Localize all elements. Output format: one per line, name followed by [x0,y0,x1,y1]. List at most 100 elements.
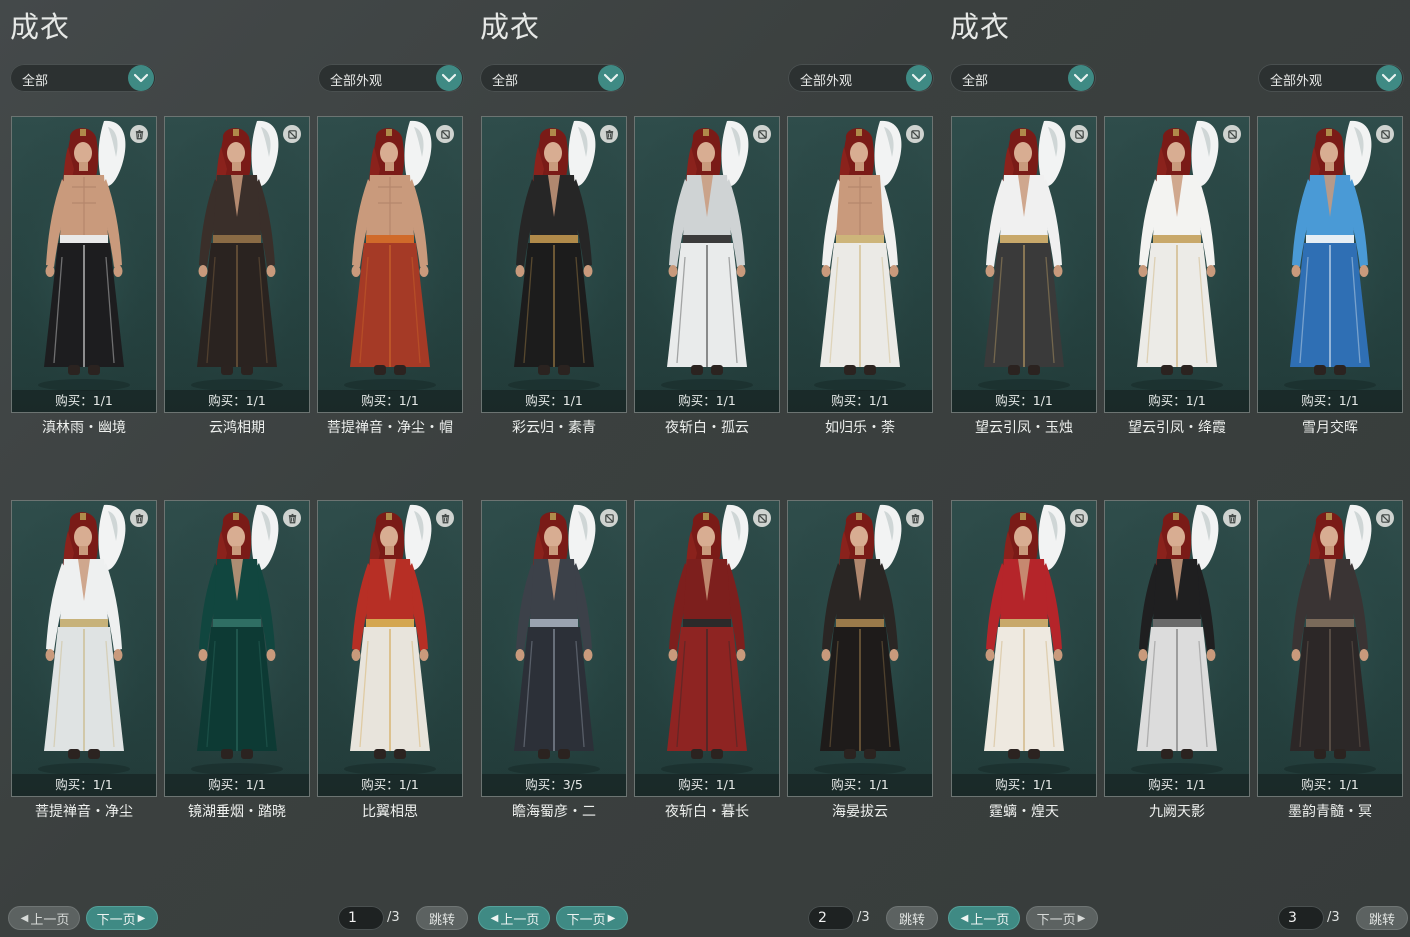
trash-icon[interactable] [130,125,148,143]
category-dropdown[interactable]: 全部 [950,64,1096,92]
next-page-button[interactable]: 下一页 ▶ [86,906,158,930]
next-page-label: 下一页 [96,912,136,928]
chevron-down-icon[interactable] [128,65,154,91]
purchase-count: 购买：1/1 [678,777,736,792]
outfit-card[interactable]: 购买：1/1 [164,116,310,413]
prev-page-button[interactable]: ◀ 上一页 [478,906,550,930]
purchase-count: 购买：1/1 [831,777,889,792]
appearance-dropdown-label: 全部外观 [1270,74,1323,89]
trash-icon[interactable] [600,125,618,143]
outfit-preview-image [1258,117,1402,392]
purchase-count: 购买：1/1 [1301,777,1359,792]
no-entry-icon[interactable] [1376,125,1394,143]
no-entry-icon[interactable] [283,125,301,143]
outfit-preview-image [952,501,1096,776]
jump-button[interactable]: 跳转 [886,906,938,930]
no-entry-icon[interactable] [1070,509,1088,527]
purchase-count: 购买：1/1 [525,393,583,408]
purchase-count: 购买：3/5 [525,777,583,792]
no-entry-icon[interactable] [753,509,771,527]
chevron-down-icon[interactable] [598,65,624,91]
page-number-value: 2 [818,910,827,926]
outfit-card[interactable]: 购买：1/1 [634,500,780,797]
chevron-down-icon[interactable] [906,65,932,91]
outfit-preview-image [165,501,309,776]
outfit-preview-image [1258,501,1402,776]
purchase-count: 购买：1/1 [361,777,419,792]
no-entry-icon[interactable] [906,125,924,143]
appearance-dropdown[interactable]: 全部外观 [1258,64,1404,92]
page-number-input[interactable]: 2 [808,906,854,930]
page-total: /3 [1327,910,1340,925]
appearance-dropdown[interactable]: 全部外观 [318,64,464,92]
outfit-card[interactable]: 购买：1/1 [164,500,310,797]
outfit-card[interactable]: 购买：1/1 [951,116,1097,413]
appearance-dropdown[interactable]: 全部外观 [788,64,934,92]
no-entry-icon[interactable] [1070,125,1088,143]
outfit-preview-image [952,117,1096,392]
outfit-name: 夜斩白・孤云 [665,420,749,436]
outfit-name: 彩云归・素青 [512,420,596,436]
outfit-name: 滇林雨・幽境 [42,420,126,436]
purchase-count: 购买：1/1 [1301,393,1359,408]
chevron-down-icon[interactable] [436,65,462,91]
outfit-card[interactable]: 购买：3/5 [481,500,627,797]
category-dropdown[interactable]: 全部 [480,64,626,92]
outfit-card[interactable]: 购买：1/1 [787,116,933,413]
outfit-name: 云鸿相期 [209,420,265,436]
trash-icon[interactable] [283,509,301,527]
outfit-name: 如归乐・荼 [825,420,895,436]
outfit-preview-image [635,501,779,776]
outfit-card[interactable]: 购买：1/1 [317,500,463,797]
prev-page-button[interactable]: ◀ 上一页 [948,906,1020,930]
category-dropdown[interactable]: 全部 [10,64,156,92]
chevron-left-icon: ◀ [960,912,969,924]
outfit-panel: 成衣 全部 全部外观 [470,0,940,937]
trash-icon[interactable] [436,509,454,527]
outfit-name: 瞻海蜀彦・二 [512,804,596,820]
outfit-card[interactable]: 购买：1/1 [634,116,780,413]
no-entry-icon[interactable] [1223,125,1241,143]
trash-icon[interactable] [906,509,924,527]
no-entry-icon[interactable] [600,509,618,527]
page-number-input[interactable]: 1 [338,906,384,930]
no-entry-icon[interactable] [753,125,771,143]
outfit-card[interactable]: 购买：1/1 [1104,500,1250,797]
outfit-card[interactable]: 购买：1/1 [1257,500,1403,797]
next-page-button[interactable]: 下一页 ▶ [1026,906,1098,930]
outfit-card[interactable]: 购买：1/1 [951,500,1097,797]
no-entry-icon[interactable] [436,125,454,143]
outfit-name: 霆螭・煌天 [989,804,1059,820]
trash-icon[interactable] [1223,509,1241,527]
chevron-down-icon[interactable] [1068,65,1094,91]
outfit-card[interactable]: 购买：1/1 [11,500,157,797]
no-entry-icon[interactable] [1376,509,1394,527]
outfit-card[interactable]: 购买：1/1 [481,116,627,413]
jump-button-label: 跳转 [898,912,925,928]
jump-button-label: 跳转 [1368,912,1395,928]
outfit-card[interactable]: 购买：1/1 [317,116,463,413]
outfit-card[interactable]: 购买：1/1 [787,500,933,797]
outfit-preview-image [318,117,462,392]
chevron-right-icon: ▶ [137,912,146,924]
category-dropdown-label: 全部 [492,74,519,89]
purchase-count: 购买：1/1 [995,393,1053,408]
outfit-card[interactable]: 购买：1/1 [1257,116,1403,413]
prev-page-label: 上一页 [970,912,1010,928]
next-page-button[interactable]: 下一页 ▶ [556,906,628,930]
panel-title: 成衣 [950,10,1011,44]
purchase-count: 购买：1/1 [1148,393,1206,408]
outfit-preview-image [788,117,932,392]
category-dropdown-label: 全部 [22,74,49,89]
outfit-card[interactable]: 购买：1/1 [1104,116,1250,413]
outfit-preview-image [12,117,156,392]
page-number-input[interactable]: 3 [1278,906,1324,930]
outfit-name: 夜斩白・暮长 [665,804,749,820]
prev-page-button[interactable]: ◀ 上一页 [8,906,80,930]
jump-button[interactable]: 跳转 [1356,906,1408,930]
jump-button[interactable]: 跳转 [416,906,468,930]
outfit-card[interactable]: 购买：1/1 [11,116,157,413]
trash-icon[interactable] [130,509,148,527]
chevron-down-icon[interactable] [1376,65,1402,91]
prev-page-label: 上一页 [30,912,70,928]
